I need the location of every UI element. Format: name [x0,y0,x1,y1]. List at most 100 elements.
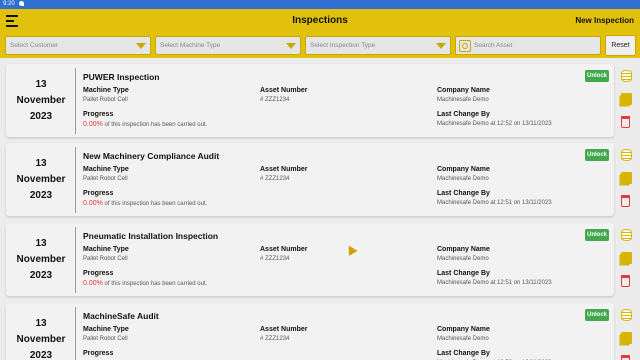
database-icon[interactable] [621,149,632,161]
inspection-card[interactable]: 13 November 2023 Pneumatic Installation … [6,223,632,296]
date-divider [75,307,76,360]
date-divider [75,227,76,293]
machine-type-label: Machine Type [83,166,129,173]
progress-text: 0.00% of this inspection has been carrie… [83,280,207,287]
trash-icon[interactable] [621,275,630,287]
app-bar: Inspections New Inspection [0,9,640,34]
date-divider [75,68,76,134]
asset-number-value: # ZZZ1234 [260,336,290,342]
search-asset-field[interactable] [455,36,601,55]
unlock-button[interactable]: Unlock [585,149,609,161]
trash-icon[interactable] [621,116,630,128]
select-machine-type-placeholder: Select Machine Type [160,42,221,49]
inspection-date: 13 November 2023 [6,223,76,296]
inspection-card[interactable]: 13 November 2023 PUWER Inspection Machin… [6,64,632,137]
trash-icon[interactable] [621,195,630,207]
date-month: November [16,254,66,265]
company-name-value: Machinesafe Demo [437,256,489,262]
progress-percent: 0.00% [83,121,103,128]
inspection-card[interactable]: 13 November 2023 New Machinery Complianc… [6,143,632,216]
filter-bar: Select Customer Select Machine Type Sele… [0,34,640,58]
date-month: November [16,174,66,185]
page-title: Inspections [292,15,348,26]
progress-label: Progress [83,111,114,118]
last-change-label: Last Change By [437,270,490,277]
company-name-label: Company Name [437,166,490,173]
progress-suffix: of this inspection has been carried out. [102,201,208,207]
asset-number-label: Asset Number [260,166,308,173]
progress-label: Progress [83,350,114,357]
scan-icon[interactable] [459,40,471,52]
asset-number-value: # ZZZ1234 [260,256,290,262]
date-month: November [16,95,66,106]
inspection-card[interactable]: 13 November 2023 MachineSafe Audit Machi… [6,303,632,360]
date-year: 2023 [29,270,53,281]
machine-type-value: Pallet Robot Cell [83,256,128,262]
chevron-down-icon [436,43,446,49]
unlock-button[interactable]: Unlock [585,70,609,82]
company-name-label: Company Name [437,246,490,253]
database-icon[interactable] [621,70,632,82]
copy-icon[interactable] [621,252,632,264]
reset-button[interactable]: Reset [605,35,636,56]
machine-type-label: Machine Type [83,246,129,253]
copy-icon[interactable] [621,172,632,184]
inspection-date: 13 November 2023 [6,64,76,137]
date-year: 2023 [29,111,53,122]
progress-label: Progress [83,270,114,277]
select-machine-type-dropdown[interactable]: Select Machine Type [155,36,301,55]
machine-type-value: Pallet Robot Cell [83,97,128,103]
date-day: 13 [35,158,47,169]
database-icon[interactable] [621,309,632,321]
last-change-label: Last Change By [437,350,490,357]
signal-icon [18,0,24,6]
copy-icon[interactable] [621,332,632,344]
unlock-button[interactable]: Unlock [585,309,609,321]
search-asset-input[interactable] [474,38,598,53]
asset-number-label: Asset Number [260,246,308,253]
machine-type-label: Machine Type [83,326,129,333]
copy-icon[interactable] [621,93,632,105]
chevron-down-icon [136,43,146,49]
date-divider [75,147,76,213]
progress-text: 0.00% of this inspection has been carrie… [83,121,207,128]
new-inspection-button[interactable]: New Inspection [575,16,634,25]
progress-suffix: of this inspection has been carried out. [102,122,208,128]
asset-number-label: Asset Number [260,326,308,333]
asset-number-label: Asset Number [260,87,308,94]
inspection-date: 13 November 2023 [6,143,76,216]
trash-icon[interactable] [621,355,630,360]
date-year: 2023 [29,190,53,201]
progress-percent: 0.00% [83,280,103,287]
last-change-value: Machinesafe Demo at 12:51 on 13/11/2023 [437,200,552,206]
status-time: 9:20 [3,1,15,7]
company-name-label: Company Name [437,326,490,333]
last-change-label: Last Change By [437,190,490,197]
inspection-title: PUWER Inspection [83,72,160,82]
progress-percent: 0.00% [83,200,103,207]
database-icon[interactable] [621,229,632,241]
progress-suffix: of this inspection has been carried out. [102,281,208,287]
chevron-down-icon [286,43,296,49]
inspection-title: New Machinery Compliance Audit [83,151,220,161]
date-day: 13 [35,79,47,90]
last-change-label: Last Change By [437,111,490,118]
machine-type-value: Pallet Robot Cell [83,336,128,342]
unlock-button[interactable]: Unlock [585,229,609,241]
select-customer-placeholder: Select Customer [10,42,59,49]
company-name-value: Machinesafe Demo [437,97,489,103]
select-inspection-type-dropdown[interactable]: Select Inspection Type [305,36,451,55]
date-year: 2023 [29,350,53,360]
company-name-value: Machinesafe Demo [437,176,489,182]
inspection-date: 13 November 2023 [6,303,76,360]
select-customer-dropdown[interactable]: Select Customer [5,36,151,55]
asset-number-value: # ZZZ1234 [260,176,290,182]
status-bar: 9:20 [0,0,640,9]
date-day: 13 [35,238,47,249]
machine-type-label: Machine Type [83,87,129,94]
last-change-value: Machinesafe Demo at 12:51 on 13/11/2023 [437,280,552,286]
company-name-value: Machinesafe Demo [437,336,489,342]
asset-number-value: # ZZZ1234 [260,97,290,103]
date-day: 13 [35,318,47,329]
select-inspection-type-placeholder: Select Inspection Type [310,42,376,49]
